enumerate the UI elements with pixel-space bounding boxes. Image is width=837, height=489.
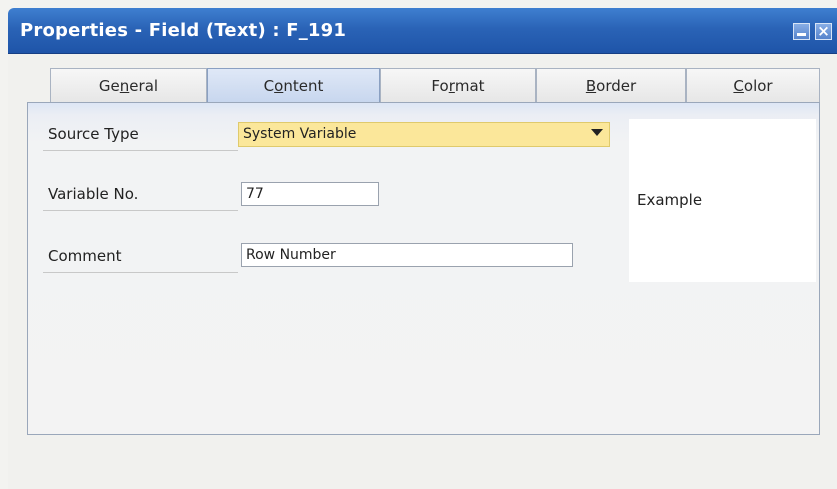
comment-label: Comment: [48, 247, 122, 265]
variable-no-field[interactable]: 77: [241, 182, 379, 206]
tab-content-accelerator: o: [274, 77, 284, 95]
tab-general-label-pre: Ge: [98, 77, 120, 95]
tab-content-label-pre: C: [263, 77, 275, 95]
tab-color-label-post: olor: [743, 77, 773, 95]
example-preview: Example: [629, 119, 816, 282]
tab-general[interactable]: Ge n eral: [50, 68, 207, 103]
variable-no-label: Variable No.: [48, 185, 139, 203]
tab-content-label-post: ntent: [283, 77, 324, 95]
example-text: Example: [637, 191, 703, 209]
tab-general-label-post: eral: [129, 77, 159, 95]
source-type-dropdown[interactable]: System Variable: [238, 122, 610, 147]
tab-general-accelerator: n: [119, 77, 130, 95]
tab-border-accelerator: B: [585, 77, 597, 95]
variable-no-value: 77: [246, 186, 264, 202]
title-bar[interactable]: Properties - Field (Text) : F_191 ×: [8, 8, 837, 54]
tab-strip: Ge n eral Co ntent Fo r mat Border Color: [8, 54, 837, 104]
chevron-down-icon[interactable]: [591, 129, 603, 136]
tab-format[interactable]: Fo r mat: [380, 68, 536, 103]
tab-format-label-pre: Fo: [431, 77, 449, 95]
tab-border-label-post: order: [596, 77, 637, 95]
comment-value: Row Number: [246, 247, 336, 263]
content-panel: Source Type System Variable Variable No.…: [27, 102, 820, 435]
close-icon: ×: [817, 22, 830, 40]
tab-format-label-post: mat: [454, 77, 485, 95]
minimize-button[interactable]: [793, 23, 810, 40]
close-button[interactable]: ×: [815, 23, 832, 40]
comment-field[interactable]: Row Number: [241, 243, 573, 267]
source-type-value: System Variable: [243, 126, 357, 142]
window-title: Properties - Field (Text) : F_191: [20, 20, 347, 41]
window-client: Ge n eral Co ntent Fo r mat Border Color Sour…: [8, 54, 837, 489]
source-type-underline: [43, 150, 238, 151]
source-type-label: Source Type: [48, 125, 139, 143]
properties-window: Properties - Field (Text) : F_191 × Ge n e…: [0, 0, 837, 489]
comment-underline: [43, 272, 238, 273]
variable-no-underline: [43, 210, 238, 211]
tab-content[interactable]: Co ntent: [207, 68, 380, 103]
tab-border[interactable]: Border: [536, 68, 686, 103]
tab-color[interactable]: Color: [686, 68, 820, 103]
tab-color-accelerator: C: [733, 77, 744, 95]
